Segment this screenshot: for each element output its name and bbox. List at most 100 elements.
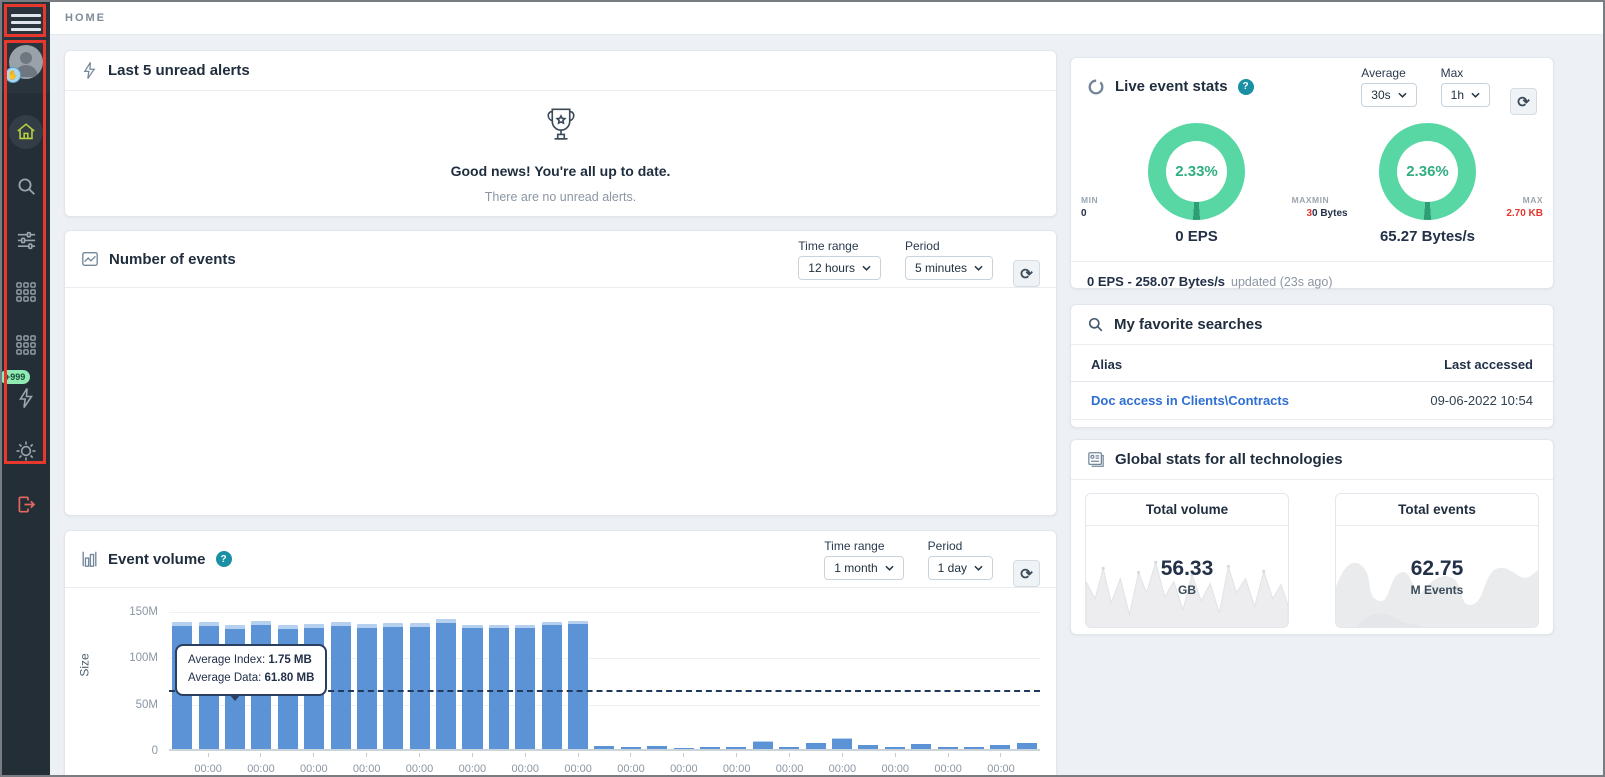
sidebar-item-apps[interactable] [10,329,42,361]
bar[interactable] [618,612,644,749]
bar[interactable] [697,612,723,749]
search-icon [1087,316,1104,333]
refresh-button[interactable]: ⟳ [1013,260,1040,287]
x-tick: 00:00 [459,753,487,777]
x-tick: 00:00 [353,753,381,777]
x-tick [328,753,353,777]
refresh-button[interactable]: ⟳ [1013,560,1040,587]
bar[interactable] [512,612,538,749]
alerts-empty-subtitle: There are no unread alerts. [485,190,636,204]
bar[interactable] [380,612,406,749]
bar[interactable] [591,612,617,749]
y-axis-label: Size [78,653,92,676]
sidebar-item-alerts[interactable]: +999 [10,382,42,414]
grid-icon [15,281,37,303]
bar[interactable] [750,612,776,749]
average-select[interactable]: 30s [1361,83,1416,107]
bar-chart-icon [81,550,98,568]
chart-tooltip: Average Index: 1.75 MB Average Data: 61.… [175,644,327,696]
bar[interactable] [670,612,696,749]
bar[interactable] [433,612,459,749]
unread-alerts-card: Last 5 unread alerts Good news! You're a… [64,50,1057,217]
time-range-label: Time range [824,539,903,553]
x-tick [750,753,775,777]
bytes-donut-block: MIN 0 Bytes 2.36% 65.27 Bytes/s MAX 2.70… [1312,123,1543,245]
total-volume-unit: GB [1178,583,1196,597]
bar[interactable] [776,612,802,749]
favorite-search-link[interactable]: Doc access in Clients\Contracts [1091,393,1289,408]
x-tick [169,753,194,777]
app-window: ✋ [0,0,1605,777]
bar[interactable] [908,612,934,749]
x-tick [380,753,405,777]
bar[interactable] [327,612,353,749]
lightning-icon [81,61,98,80]
sliders-icon [16,229,37,250]
x-tick [222,753,247,777]
favorites-table-header: Alias Last accessed [1071,345,1553,382]
x-tick: 00:00 [987,753,1015,777]
hamburger-menu-icon[interactable] [11,14,41,31]
bar[interactable] [987,612,1013,749]
chart-plot-area: Average Index: 1.75 MB Average Data: 61.… [169,612,1040,751]
grid-icon [15,334,37,356]
bar[interactable] [459,612,485,749]
chevron-down-icon [885,565,894,571]
x-tick: 00:00 [300,753,328,777]
x-tick: 00:00 [670,753,698,777]
bar[interactable] [723,612,749,749]
period-select[interactable]: 1 day [928,556,993,580]
sidebar-item-settings[interactable] [10,435,42,467]
x-tick [1015,753,1040,777]
help-icon[interactable]: ? [216,551,232,567]
y-axis-ticks: 150M 100M 50M 0 [103,612,158,751]
chevron-down-icon [1398,92,1407,98]
favorite-searches-card: My favorite searches Alias Last accessed… [1070,304,1554,428]
bar[interactable] [855,612,881,749]
card-title: Last 5 unread alerts [108,62,250,79]
bar[interactable] [1014,612,1040,749]
bar[interactable] [882,612,908,749]
x-tick: 00:00 [194,753,222,777]
sidebar-item-dashboards[interactable] [10,276,42,308]
bar[interactable] [407,612,433,749]
bar[interactable] [934,612,960,749]
max-select[interactable]: 1h [1441,83,1490,107]
total-events-value: 62.75 [1411,557,1464,581]
user-avatar[interactable]: ✋ [9,45,43,79]
x-tick [486,753,511,777]
top-bar: HOME [50,2,1605,35]
breadcrumb[interactable]: HOME [65,12,106,24]
total-events-tile: Total events 62.75 M Events [1335,493,1539,628]
sidebar-item-filters[interactable] [10,223,42,255]
sidebar-item-logout[interactable] [10,488,42,520]
period-select[interactable]: 5 minutes [905,256,993,280]
bar[interactable] [538,612,564,749]
donut-max: MAX 3 [1268,195,1312,245]
time-range-select[interactable]: 1 month [824,556,903,580]
time-range-select[interactable]: 12 hours [798,256,881,280]
x-tick: 00:00 [829,753,857,777]
chevron-down-icon [1471,92,1480,98]
refresh-button[interactable]: ⟳ [1510,88,1537,115]
x-tick: 00:00 [934,753,962,777]
x-tick [433,753,458,777]
sidebar-item-home[interactable] [9,115,43,149]
bar[interactable] [802,612,828,749]
average-label: Average [1361,66,1416,80]
bar[interactable] [565,612,591,749]
alert-count-badge: +999 [0,370,30,384]
logout-icon [16,494,37,515]
bar[interactable] [644,612,670,749]
bar[interactable] [961,612,987,749]
card-title: Live event stats [1115,78,1228,95]
bar[interactable] [829,612,855,749]
help-icon[interactable]: ? [1238,79,1254,95]
card-title: My favorite searches [1114,316,1262,333]
bar[interactable] [354,612,380,749]
sidebar-item-search[interactable] [10,170,42,202]
x-tick [275,753,300,777]
max-label: Max [1441,66,1490,80]
bar[interactable] [486,612,512,749]
eps-donut-block: MIN 0 2.33% 0 EPS MAX 3 [1081,123,1312,245]
